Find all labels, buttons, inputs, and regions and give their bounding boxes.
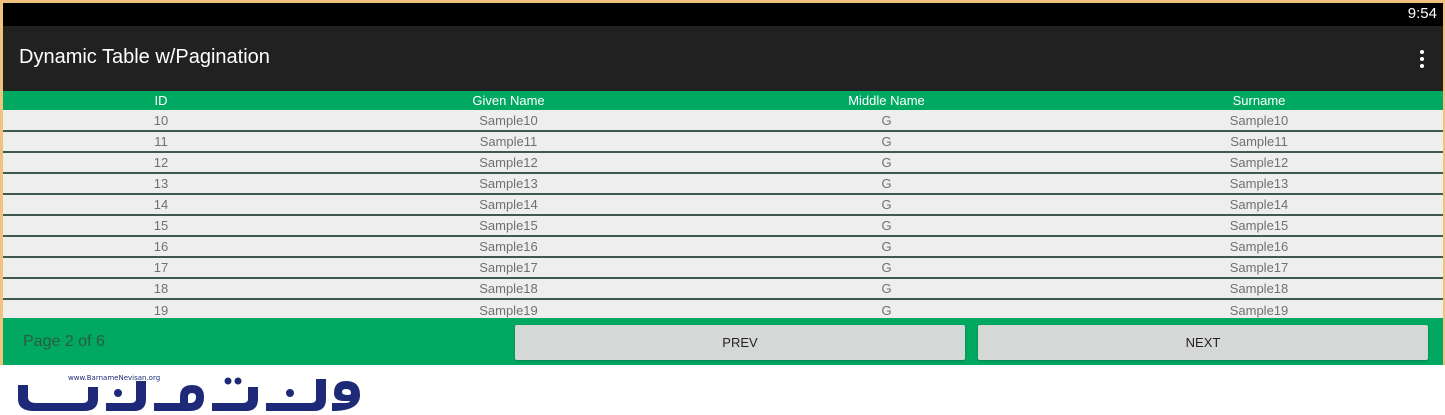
- cell-id: 19: [3, 299, 319, 320]
- table-row: 14 Sample14 G Sample14: [3, 194, 1443, 216]
- cell-surname: Sample10: [1075, 110, 1443, 132]
- table-header: ID Given Name Middle Name Surname: [3, 91, 1443, 110]
- cell-id: 17: [3, 257, 319, 279]
- cell-given-name: Sample19: [319, 299, 698, 320]
- cell-given-name: Sample16: [319, 236, 698, 258]
- site-logo: www.BarnameNevisan.org: [18, 374, 360, 411]
- cell-id: 18: [3, 278, 319, 300]
- cell-id: 11: [3, 131, 319, 153]
- cell-middle-name: G: [698, 173, 1075, 195]
- cell-surname: Sample17: [1075, 257, 1443, 279]
- cell-surname: Sample15: [1075, 215, 1443, 237]
- data-table: ID Given Name Middle Name Surname 10 Sam…: [3, 91, 1443, 320]
- table-row: 15 Sample15 G Sample15: [3, 215, 1443, 237]
- cell-id: 13: [3, 173, 319, 195]
- cell-middle-name: G: [698, 194, 1075, 216]
- cell-id: 15: [3, 215, 319, 237]
- cell-surname: Sample13: [1075, 173, 1443, 195]
- cell-id: 16: [3, 236, 319, 258]
- table-row: 16 Sample16 G Sample16: [3, 236, 1443, 258]
- table-row: 11 Sample11 G Sample11: [3, 131, 1443, 153]
- status-time: 9:54: [1407, 5, 1437, 22]
- cell-given-name: Sample15: [319, 215, 698, 237]
- cell-surname: Sample18: [1075, 278, 1443, 300]
- cell-given-name: Sample18: [319, 278, 698, 300]
- table-row: 13 Sample13 G Sample13: [3, 173, 1443, 195]
- page-indicator: Page 2 of 6: [23, 333, 105, 350]
- next-button[interactable]: NEXT: [978, 325, 1428, 360]
- pagination-bar: Page 2 of 6 PREV NEXT: [3, 318, 1443, 365]
- header-middle-name: Middle Name: [848, 93, 925, 108]
- cell-id: 10: [3, 110, 319, 132]
- table-body: 10 Sample10 G Sample10 11 Sample11 G Sam…: [3, 110, 1443, 320]
- app-title: Dynamic Table w/Pagination: [19, 46, 270, 68]
- table-row: 10 Sample10 G Sample10: [3, 110, 1443, 132]
- prev-button[interactable]: PREV: [515, 325, 965, 360]
- app-bar: Dynamic Table w/Pagination: [3, 26, 1443, 91]
- header-surname: Surname: [1232, 93, 1286, 108]
- header-row: ID Given Name Middle Name Surname: [3, 91, 1443, 110]
- device-frame: 9:54 Dynamic Table w/Pagination ID Given…: [0, 0, 1445, 365]
- cell-given-name: Sample14: [319, 194, 698, 216]
- cell-middle-name: G: [698, 110, 1075, 132]
- overflow-menu-icon[interactable]: [1419, 50, 1425, 68]
- cell-given-name: Sample11: [319, 131, 698, 153]
- cell-surname: Sample11: [1075, 131, 1443, 153]
- header-id: ID: [154, 93, 168, 108]
- table-row: 19 Sample19 G Sample19: [3, 299, 1443, 320]
- table-row: 17 Sample17 G Sample17: [3, 257, 1443, 279]
- cell-given-name: Sample12: [319, 152, 698, 174]
- cell-given-name: Sample10: [319, 110, 698, 132]
- cell-middle-name: G: [698, 299, 1075, 320]
- table-row: 18 Sample18 G Sample18: [3, 278, 1443, 300]
- status-bar: 9:54: [3, 3, 1443, 26]
- cell-middle-name: G: [698, 215, 1075, 237]
- cell-given-name: Sample17: [319, 257, 698, 279]
- cell-middle-name: G: [698, 131, 1075, 153]
- cell-surname: Sample14: [1075, 194, 1443, 216]
- header-given-name: Given Name: [472, 93, 545, 108]
- cell-middle-name: G: [698, 236, 1075, 258]
- cell-surname: Sample12: [1075, 152, 1443, 174]
- cell-surname: Sample19: [1075, 299, 1443, 320]
- cell-id: 12: [3, 152, 319, 174]
- cell-middle-name: G: [698, 278, 1075, 300]
- table-row: 12 Sample12 G Sample12: [3, 152, 1443, 174]
- cell-middle-name: G: [698, 257, 1075, 279]
- cell-middle-name: G: [698, 152, 1075, 174]
- cell-id: 14: [3, 194, 319, 216]
- logo-url: www.BarnameNevisan.org: [68, 374, 160, 382]
- cell-given-name: Sample13: [319, 173, 698, 195]
- cell-surname: Sample16: [1075, 236, 1443, 258]
